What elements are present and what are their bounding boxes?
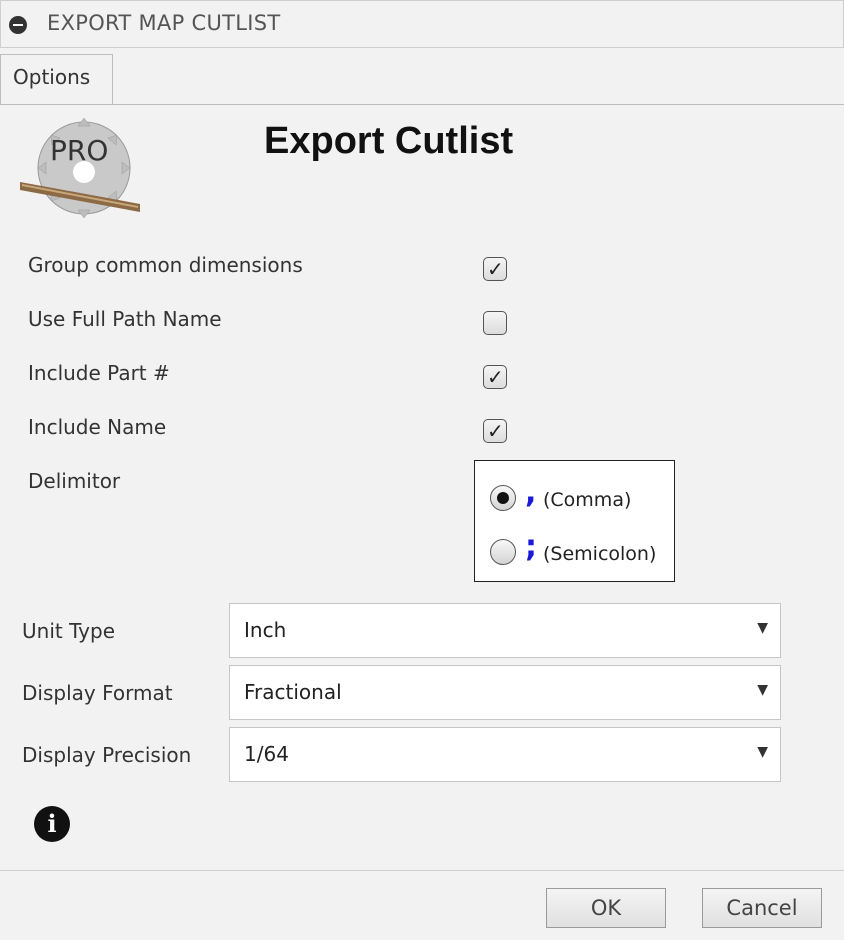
option-label-full-path: Use Full Path Name xyxy=(28,307,222,331)
checkmark-icon: ✓ xyxy=(487,419,504,443)
comma-label: (Comma) xyxy=(543,489,632,511)
group-common-checkbox[interactable]: ✓ xyxy=(483,257,507,281)
unit-type-label: Unit Type xyxy=(22,619,116,643)
tab-options[interactable]: Options xyxy=(0,54,113,104)
info-icon[interactable]: i xyxy=(34,806,70,842)
delimiter-radio-group: , (Comma) ; (Semicolon) xyxy=(474,460,675,582)
include-part-checkbox[interactable]: ✓ xyxy=(483,365,507,389)
minus-circle-icon[interactable] xyxy=(9,16,27,34)
checkmark-icon: ✓ xyxy=(487,365,504,389)
delimiter-label: Delimitor xyxy=(28,469,121,493)
full-path-checkbox[interactable] xyxy=(483,311,507,335)
tab-label: Options xyxy=(13,65,91,89)
unit-type-select[interactable]: Inch ▼ xyxy=(229,603,781,658)
option-label-part-number: Include Part # xyxy=(28,361,170,385)
comma-char: , xyxy=(525,475,537,510)
semicolon-radio[interactable] xyxy=(490,539,516,565)
window-title: EXPORT MAP CUTLIST xyxy=(47,11,281,35)
cancel-button[interactable]: Cancel xyxy=(702,888,822,928)
semicolon-char: ; xyxy=(525,529,537,564)
logo-text: PRO xyxy=(50,134,108,167)
saw-blade-icon: PRO xyxy=(20,118,140,218)
option-label-group-common: Group common dimensions xyxy=(28,253,303,277)
comma-radio[interactable] xyxy=(490,485,516,511)
dropdown-arrow-icon: ▼ xyxy=(757,620,768,636)
unit-type-value: Inch xyxy=(244,618,287,642)
ok-button[interactable]: OK xyxy=(546,888,666,928)
display-format-value: Fractional xyxy=(244,680,342,704)
dropdown-arrow-icon: ▼ xyxy=(757,682,768,698)
display-format-select[interactable]: Fractional ▼ xyxy=(229,665,781,720)
display-precision-select[interactable]: 1/64 ▼ xyxy=(229,727,781,782)
option-label-include-name: Include Name xyxy=(28,415,167,439)
display-precision-value: 1/64 xyxy=(244,742,289,766)
display-precision-label: Display Precision xyxy=(22,743,192,767)
include-name-checkbox[interactable]: ✓ xyxy=(483,419,507,443)
page-title: Export Cutlist xyxy=(264,120,514,162)
display-format-label: Display Format xyxy=(22,681,173,705)
checkmark-icon: ✓ xyxy=(487,257,504,281)
dropdown-arrow-icon: ▼ xyxy=(757,744,768,760)
semicolon-label: (Semicolon) xyxy=(543,543,657,565)
footer-divider xyxy=(0,870,844,871)
title-bar: EXPORT MAP CUTLIST xyxy=(0,0,844,48)
tab-bar: Options xyxy=(0,54,844,105)
